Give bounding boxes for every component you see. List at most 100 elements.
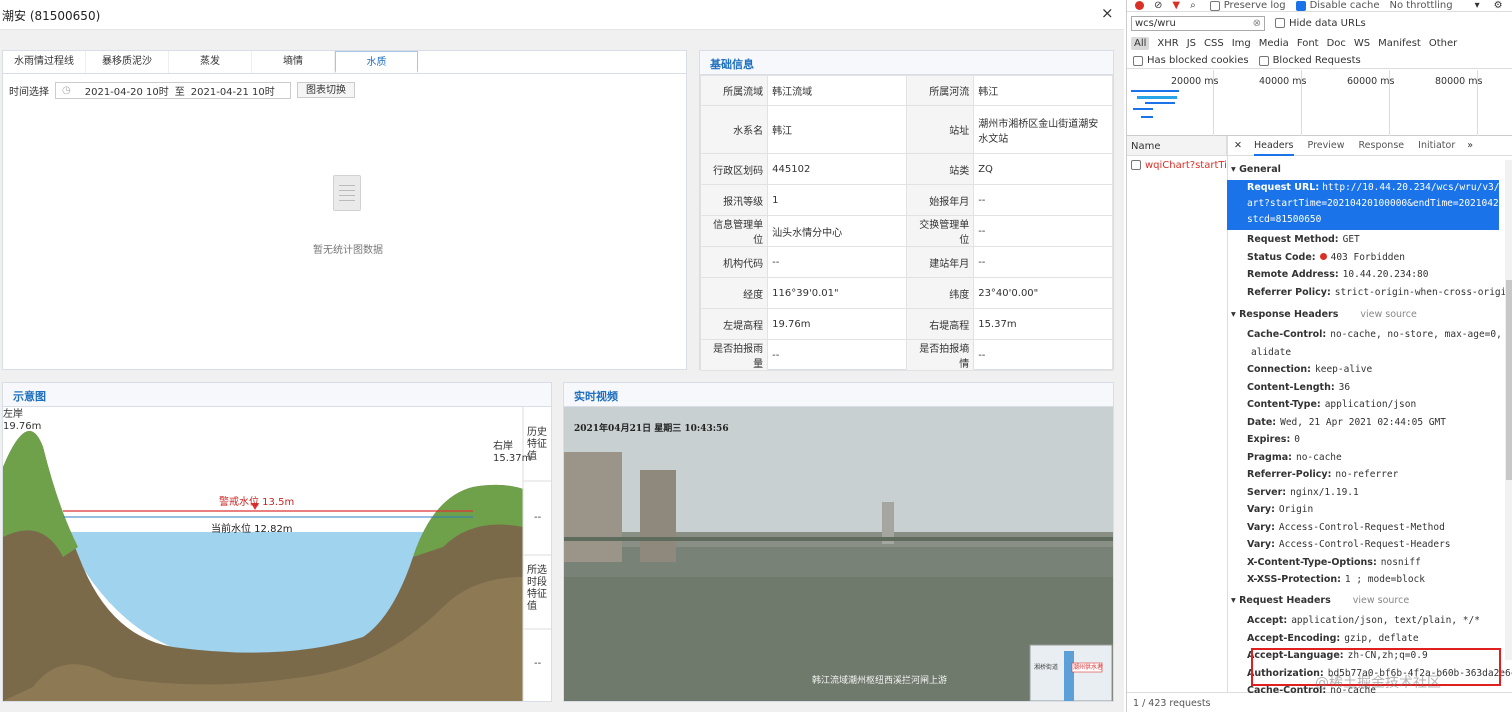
general-title: General: [1239, 164, 1281, 175]
info-value: 19.76m: [767, 308, 908, 340]
general-row: Status Code: 403 Forbidden: [1247, 252, 1512, 263]
info-key: 所属河流: [906, 75, 975, 106]
type-filter-img[interactable]: Img: [1232, 38, 1251, 49]
header-value: application/json: [1324, 399, 1417, 410]
devtools-toolbar: ⊘ ▼ ⌕ Preserve log Disable cache No thro…: [1127, 0, 1512, 12]
diagram-panel: 示意图 左岸 19.76m 右岸 15.37m 警戒水位 13.5m 当前水位 …: [2, 382, 552, 702]
header-value: keep-alive: [1315, 364, 1373, 375]
info-title: 基础信息: [700, 51, 1113, 75]
clear-filter-icon[interactable]: ⊗: [1253, 18, 1261, 29]
request-url-label: Request URL:: [1247, 182, 1320, 193]
video-frame[interactable]: 2021年04月21日 星期三 10:43:56 韩江流域潮州枢纽西溪拦河闸上游…: [564, 407, 1113, 701]
search-icon[interactable]: ⌕: [1190, 0, 1196, 11]
header-value: 10.44.20.234:80: [1342, 269, 1429, 280]
record-icon[interactable]: [1135, 1, 1144, 10]
tab-evaporation[interactable]: 蒸发: [169, 51, 252, 73]
close-detail-icon[interactable]: ✕: [1234, 140, 1242, 151]
info-key: 水系名: [699, 105, 769, 154]
type-filter-media[interactable]: Media: [1259, 38, 1289, 49]
info-row: 行政区划码 445102 站类 ZQ: [699, 153, 1113, 185]
has-blocked-checkbox[interactable]: [1133, 55, 1143, 66]
type-filter-font[interactable]: Font: [1297, 38, 1319, 49]
info-row: 所属流域 韩江流域 所属河流 韩江: [699, 75, 1113, 106]
type-filter-css[interactable]: CSS: [1204, 38, 1224, 49]
info-key: 报汛等级: [699, 184, 769, 216]
header-key: Content-Type:: [1247, 399, 1321, 410]
request-url-line-2: art?startTime=20210420100000&endTime=202…: [1247, 198, 1512, 209]
type-filter-other[interactable]: Other: [1429, 38, 1457, 49]
header-key: Vary:: [1247, 521, 1275, 533]
response-headers-title: Response Headers: [1239, 309, 1339, 320]
type-filter-js[interactable]: JS: [1187, 38, 1196, 49]
chevron-down-icon[interactable]: ▾: [1475, 0, 1480, 11]
request-headers-title: Request Headers: [1239, 595, 1331, 606]
preserve-log-checkbox[interactable]: [1209, 0, 1220, 11]
response-view-source[interactable]: view source: [1360, 309, 1416, 320]
header-key: Status Code:: [1247, 251, 1316, 263]
tab-sediment[interactable]: 暴移质泥沙: [86, 51, 169, 73]
type-filter-xhr[interactable]: XHR: [1157, 38, 1178, 49]
disable-cache-checkbox[interactable]: [1295, 0, 1306, 11]
clear-icon[interactable]: ⊘: [1154, 0, 1162, 11]
has-blocked-label: Has blocked cookies: [1147, 55, 1249, 66]
header-key: Cache-Control:: [1247, 329, 1327, 340]
header-key: Accept:: [1247, 615, 1288, 626]
header-key: Referrer-Policy:: [1247, 469, 1332, 480]
header-key: Pragma:: [1247, 451, 1292, 463]
response-header-row: Content-Length: 36: [1247, 382, 1512, 393]
filter-icon[interactable]: ▼: [1172, 0, 1180, 11]
header-value: Access-Control-Request-Headers: [1278, 539, 1451, 550]
tab-soil-moisture[interactable]: 墒情: [252, 51, 335, 73]
header-key: Remote Address:: [1247, 269, 1339, 280]
info-value: 23°40'0.00": [973, 277, 1113, 309]
right-bank-name: 右岸: [493, 441, 513, 452]
timeline-overview[interactable]: 20000 ms 40000 ms 60000 ms 80000 ms: [1127, 70, 1512, 136]
close-button[interactable]: ×: [1101, 4, 1114, 22]
type-filter-doc[interactable]: Doc: [1327, 38, 1346, 49]
type-filter-row: All XHR JS CSS Img Media Font Doc WS Manifest Othe…: [1127, 34, 1512, 52]
tab-headers[interactable]: Headers: [1253, 140, 1294, 156]
request-row[interactable]: wqiChart?startTi...: [1127, 156, 1227, 176]
response-header-row: Vary: Origin: [1247, 504, 1512, 515]
tab-initiator[interactable]: Initiator: [1418, 140, 1455, 151]
detail-scrollbar[interactable]: [1505, 160, 1512, 660]
header-value: application/json, text/plain, */*: [1291, 615, 1480, 626]
info-value: --: [973, 246, 1113, 278]
request-headers-section[interactable]: ▾ Request Headers view source: [1231, 595, 1409, 606]
request-view-source[interactable]: view source: [1353, 595, 1409, 606]
info-key: 始报年月: [906, 184, 975, 216]
tab-rain-water[interactable]: 水雨情过程线: [3, 51, 86, 73]
left-bank-label: 左岸 19.76m: [3, 409, 41, 433]
tab-water-quality[interactable]: 水质: [335, 51, 418, 73]
name-column-header[interactable]: Name: [1127, 136, 1227, 156]
type-filter-manifest[interactable]: Manifest: [1378, 38, 1421, 49]
gear-icon[interactable]: ⚙: [1494, 0, 1503, 11]
period-value: --: [534, 658, 542, 669]
blocked-requests-checkbox[interactable]: [1258, 55, 1269, 66]
more-tabs-icon[interactable]: »: [1467, 140, 1473, 151]
header-key: Vary:: [1247, 539, 1275, 550]
header-value: gzip, deflate: [1344, 632, 1419, 644]
info-key: 所属流域: [699, 75, 769, 106]
window-title: 潮安 (81500650): [2, 9, 101, 23]
right-bank-height: 15.37m: [493, 453, 532, 464]
info-value: --: [767, 246, 908, 278]
header-value: nginx/1.19.1: [1290, 486, 1359, 498]
chart-switch-button[interactable]: 图表切换: [297, 82, 355, 98]
request-url-part-1: http://10.44.20.234/wcs/wru/v3/wqi/w: [1322, 182, 1512, 193]
hide-data-urls-checkbox[interactable]: [1275, 18, 1285, 28]
throttling-select[interactable]: No throttling: [1389, 0, 1452, 11]
type-filter-ws[interactable]: WS: [1354, 38, 1370, 49]
filter-value: wcs/wru: [1135, 17, 1176, 29]
tab-preview[interactable]: Preview: [1308, 140, 1345, 151]
info-value: 445102: [767, 153, 908, 185]
preserve-log-label: Preserve log: [1223, 0, 1286, 11]
tab-response[interactable]: Response: [1359, 140, 1405, 151]
general-section[interactable]: ▾ General: [1231, 164, 1281, 175]
general-row: Referrer Policy: strict-origin-when-cross…: [1247, 287, 1512, 298]
filter-input[interactable]: wcs/wru ⊗: [1131, 15, 1265, 31]
date-range-input[interactable]: ◷ 2021-04-20 10时 至 2021-04-21 10时: [55, 81, 291, 99]
response-headers-section[interactable]: ▾ Response Headers view source: [1231, 309, 1417, 320]
type-filter-all[interactable]: All: [1131, 36, 1150, 50]
info-value: 潮州市湘桥区金山街道潮安水文站: [973, 105, 1113, 154]
